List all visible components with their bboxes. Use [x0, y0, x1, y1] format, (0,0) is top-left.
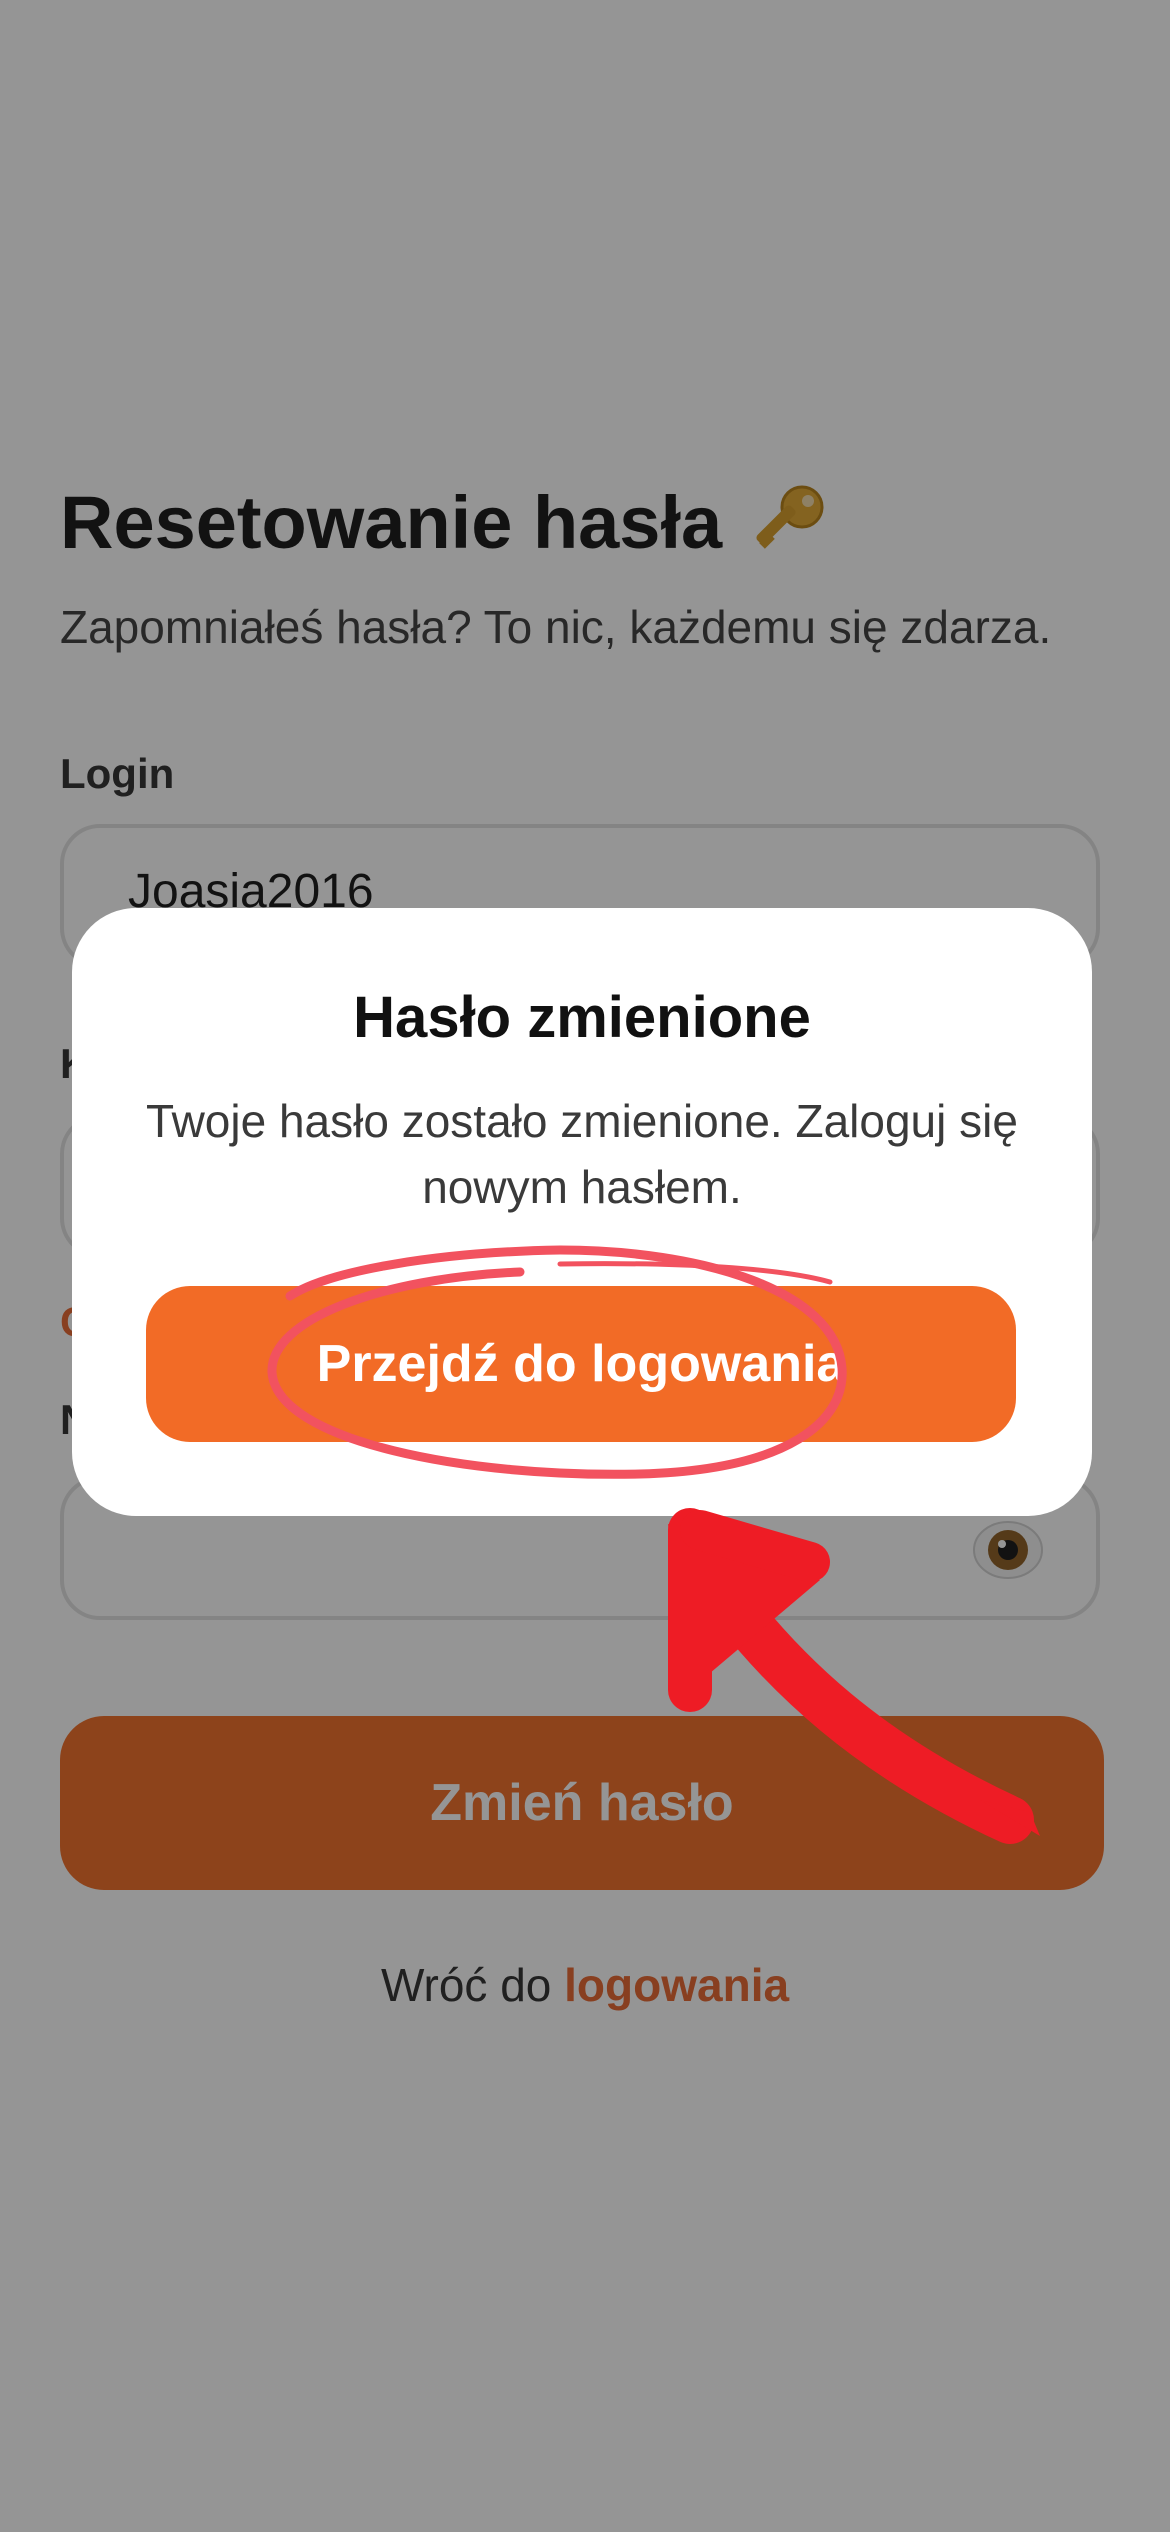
- password-changed-dialog: Hasło zmienione Twoje hasło zostało zmie…: [72, 908, 1092, 1516]
- dialog-message: Twoje hasło zostało zmienione. Zaloguj s…: [146, 1095, 1018, 1213]
- go-to-login-button[interactable]: Przejdź do logowania: [146, 1286, 1016, 1442]
- dialog-title: Hasło zmienione: [353, 985, 811, 1050]
